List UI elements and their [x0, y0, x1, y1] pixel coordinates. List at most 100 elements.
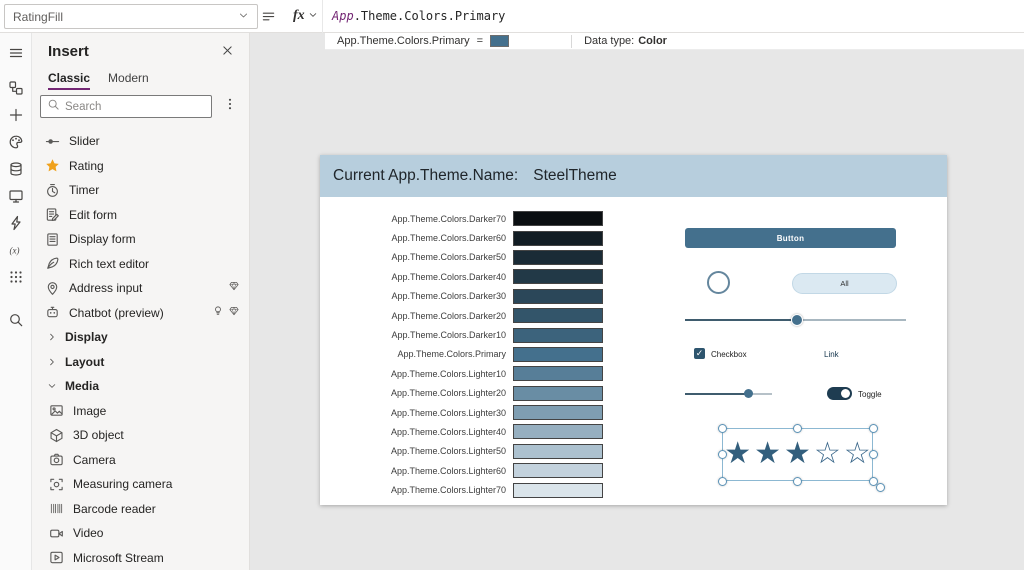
formula-bar-divider	[322, 0, 323, 33]
tab-modern[interactable]: Modern	[108, 71, 149, 90]
insert-item-media[interactable]: Media	[32, 374, 250, 399]
swatch-row-lighter50: App.Theme.Colors.Lighter50	[320, 442, 603, 461]
insert-item-address-input[interactable]: Address input	[32, 276, 250, 301]
swatch-row-lighter20: App.Theme.Colors.Lighter20	[320, 384, 603, 403]
insert-control-list: Slider Rating Timer Edit form Display form Ri…	[32, 129, 250, 570]
apps-grid-icon[interactable]	[0, 263, 32, 290]
insert-item-camera[interactable]: Camera	[32, 448, 250, 473]
rating-star-1[interactable]: ★	[724, 439, 751, 469]
sample-checkbox[interactable]: ✓	[694, 348, 705, 359]
chevron-right-icon	[46, 357, 58, 367]
data-sources-icon[interactable]	[0, 155, 32, 182]
swatch-color-chip	[513, 483, 603, 498]
rating-control[interactable]: ★★★☆☆	[722, 425, 873, 482]
insert-item-display[interactable]: Display	[32, 325, 250, 350]
more-options-icon[interactable]	[223, 97, 237, 116]
search-input[interactable]	[65, 101, 197, 113]
swatch-label: App.Theme.Colors.Lighter70	[391, 485, 506, 495]
design-canvas[interactable]: Current App.Theme.Name: SteelTheme App.T…	[250, 33, 1024, 570]
formula-app-token: App	[332, 9, 354, 23]
insert-item-label: Rich text editor	[69, 257, 149, 271]
insert-item-label: Edit form	[69, 208, 117, 222]
swatch-label: App.Theme.Colors.Darker30	[391, 291, 506, 301]
swatch-label: App.Theme.Colors.Lighter10	[391, 369, 506, 379]
insert-item-slider[interactable]: Slider	[32, 129, 250, 154]
swatch-row-darker60: App.Theme.Colors.Darker60	[320, 228, 603, 247]
formula-input[interactable]: App.Theme.Colors.Primary	[332, 9, 505, 23]
variables-icon[interactable]: (x)	[0, 236, 32, 263]
insert-item-edit-form[interactable]: Edit form	[32, 203, 250, 228]
formula-rest-token: .Theme.Colors.Primary	[354, 9, 506, 23]
selection-handle-9[interactable]	[876, 483, 885, 492]
selection-handle-6[interactable]	[718, 477, 727, 486]
swatch-label: App.Theme.Colors.Lighter30	[391, 408, 506, 418]
selection-handle-2[interactable]	[793, 424, 802, 433]
slider-handle[interactable]	[791, 314, 803, 326]
insert-item-chatbot-preview[interactable]: Chatbot (preview)	[32, 301, 250, 326]
property-selector-dropdown[interactable]: RatingFill	[4, 4, 258, 29]
format-text-icon[interactable]	[261, 9, 276, 29]
insert-item-image[interactable]: Image	[32, 399, 250, 424]
sample-button[interactable]: Button	[685, 228, 896, 248]
premium-icon	[228, 304, 240, 322]
tab-classic[interactable]: Classic	[48, 71, 90, 90]
data-type-label: Data type:	[584, 35, 634, 47]
fx-button[interactable]: fx	[293, 7, 318, 25]
close-icon[interactable]	[221, 44, 237, 60]
swatch-row-darker30: App.Theme.Colors.Darker30	[320, 287, 603, 306]
insert-item-3d-object[interactable]: 3D object	[32, 423, 250, 448]
insert-item-rich-text-editor[interactable]: Rich text editor	[32, 252, 250, 277]
power-automate-icon[interactable]	[0, 209, 32, 236]
slider2-handle[interactable]	[744, 389, 753, 398]
sample-toggle[interactable]	[827, 387, 852, 400]
media-screen-icon[interactable]	[0, 182, 32, 209]
swatch-color-chip	[513, 463, 603, 478]
rating-star-3[interactable]: ★	[784, 439, 811, 469]
insert-item-rating[interactable]: Rating	[32, 154, 250, 179]
insert-panel-title: Insert	[48, 43, 89, 60]
theme-paint-icon[interactable]	[0, 128, 32, 155]
rating-star-5[interactable]: ☆	[844, 439, 871, 469]
sample-circle-control[interactable]	[707, 271, 730, 294]
sample-link[interactable]: Link	[824, 350, 839, 359]
app-screen[interactable]: Current App.Theme.Name: SteelTheme App.T…	[320, 155, 947, 505]
theme-swatch-list: App.Theme.Colors.Darker70App.Theme.Color…	[320, 209, 603, 500]
swatch-row-lighter60: App.Theme.Colors.Lighter60	[320, 461, 603, 480]
swatch-row-lighter40: App.Theme.Colors.Lighter40	[320, 422, 603, 441]
slider2-track-filled	[685, 393, 748, 395]
swatch-row-darker50: App.Theme.Colors.Darker50	[320, 248, 603, 267]
insert-item-microsoft-stream[interactable]: Microsoft Stream	[32, 546, 250, 570]
rating-star-2[interactable]: ★	[754, 439, 781, 469]
insert-item-measuring-camera[interactable]: Measuring camera	[32, 472, 250, 497]
rating-star-4[interactable]: ☆	[814, 439, 841, 469]
star-icon	[44, 158, 60, 174]
selection-handle-4[interactable]	[718, 450, 727, 459]
result-color-swatch	[490, 35, 509, 47]
selection-handle-1[interactable]	[718, 424, 727, 433]
swatch-color-chip	[513, 405, 603, 420]
insert-item-timer[interactable]: Timer	[32, 178, 250, 203]
insert-plus-icon[interactable]	[0, 101, 32, 128]
swatch-color-chip	[513, 444, 603, 459]
sample-pill-button[interactable]: All	[792, 273, 897, 294]
insert-item-barcode-reader[interactable]: Barcode reader	[32, 497, 250, 522]
insert-item-label: Microsoft Stream	[73, 551, 164, 565]
selection-handle-5[interactable]	[869, 450, 878, 459]
insert-item-display-form[interactable]: Display form	[32, 227, 250, 252]
swatch-label: App.Theme.Colors.Lighter50	[391, 446, 506, 456]
insert-item-label: Rating	[69, 159, 104, 173]
swatch-color-chip	[513, 347, 603, 362]
insert-item-video[interactable]: Video	[32, 521, 250, 546]
slider-track-filled	[685, 319, 797, 321]
swatch-label: App.Theme.Colors.Lighter40	[391, 427, 506, 437]
tree-view-icon[interactable]	[0, 74, 32, 101]
selection-handle-7[interactable]	[793, 477, 802, 486]
insert-item-layout[interactable]: Layout	[32, 350, 250, 375]
measuring-camera-icon	[48, 476, 64, 492]
search-icon[interactable]	[0, 306, 32, 333]
menu-icon[interactable]	[0, 39, 32, 66]
selection-handle-3[interactable]	[869, 424, 878, 433]
swatch-color-chip	[513, 308, 603, 323]
equals-sign: =	[477, 35, 483, 47]
chatbot-icon	[44, 305, 60, 321]
